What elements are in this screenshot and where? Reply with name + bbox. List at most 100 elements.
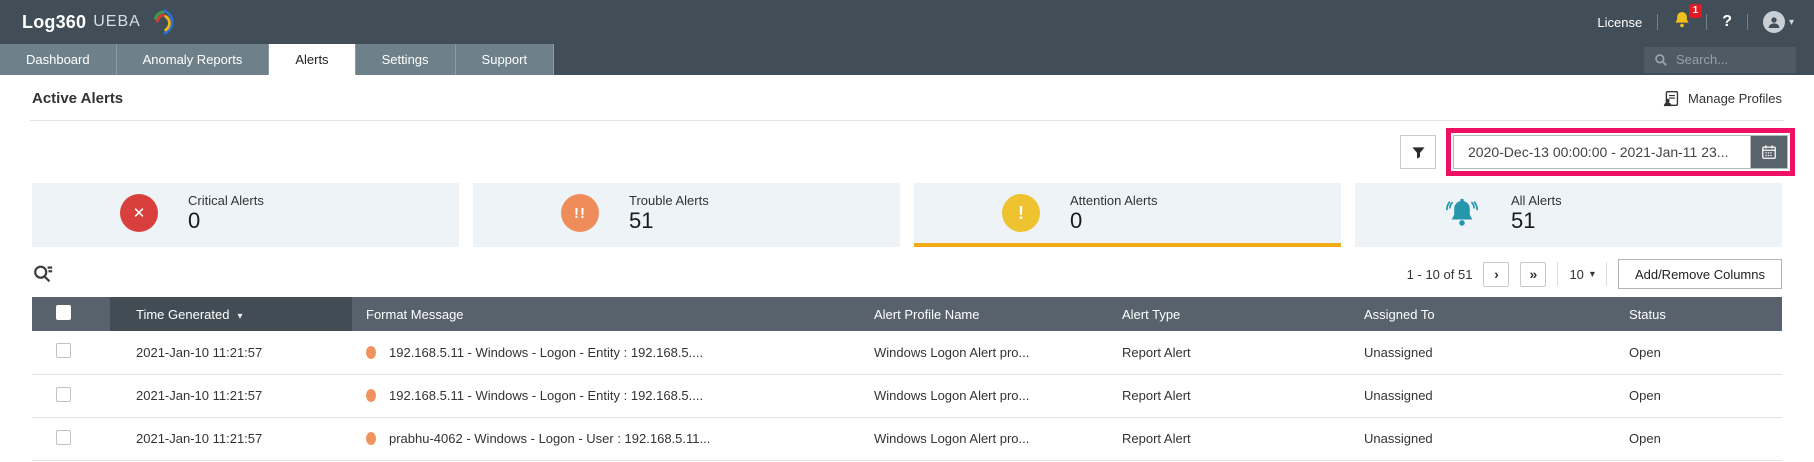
filter-row: 2020-Dec-13 00:00:00 - 2021-Jan-11 23... (0, 121, 1814, 179)
card-trouble-alerts[interactable]: !! Trouble Alerts 51 (473, 183, 900, 247)
help-icon[interactable]: ? (1722, 13, 1732, 31)
toolbar-divider (1557, 262, 1558, 286)
cell-type: Report Alert (1108, 374, 1350, 417)
critical-x-icon: ✕ (120, 194, 158, 232)
cell-time: 2021-Jan-10 11:21:57 (110, 417, 352, 460)
cell-message[interactable]: 192.168.5.11 - Windows - Logon - Entity … (389, 345, 703, 360)
last-page-button[interactable]: » (1520, 262, 1546, 287)
date-range-picker[interactable]: 2020-Dec-13 00:00:00 - 2021-Jan-11 23... (1453, 135, 1788, 169)
tab-settings[interactable]: Settings (356, 44, 456, 75)
column-header-alert-profile-name[interactable]: Alert Profile Name (860, 297, 1108, 331)
table-row[interactable]: 2021-Jan-10 11:21:57 192.168.5.11 - Wind… (32, 374, 1782, 417)
alerts-table: Time Generated ▾ Format Message Alert Pro… (32, 297, 1782, 461)
logo-swirl-icon (148, 8, 174, 36)
tab-anomaly-reports[interactable]: Anomaly Reports (117, 44, 270, 75)
logo-text-log360: Log360 (22, 12, 86, 33)
logo-text-ueba: UEBA (93, 13, 141, 31)
row-checkbox[interactable] (56, 430, 71, 445)
top-bar: Log360 UEBA License 1 (0, 0, 1814, 44)
toolbar-divider (1606, 262, 1607, 286)
severity-dot-icon (366, 346, 376, 359)
cell-assigned: Unassigned (1350, 374, 1615, 417)
table-search-icon[interactable] (32, 263, 54, 285)
cell-profile: Windows Logon Alert pro... (860, 417, 1108, 460)
card-label: Attention Alerts (1070, 193, 1157, 208)
next-page-icon: › (1494, 266, 1499, 282)
card-label: Trouble Alerts (629, 193, 709, 208)
search-input[interactable] (1676, 52, 1786, 67)
log360-ueba-app: Log360 UEBA License 1 (0, 0, 1814, 462)
table-row[interactable]: 2021-Jan-10 11:21:57 192.168.5.11 - Wind… (32, 331, 1782, 374)
global-search-box[interactable] (1644, 47, 1796, 73)
card-count: 0 (1070, 208, 1157, 233)
select-all-checkbox[interactable] (56, 305, 71, 320)
card-all-alerts[interactable]: All Alerts 51 (1355, 183, 1782, 247)
card-critical-alerts[interactable]: ✕ Critical Alerts 0 (32, 183, 459, 247)
license-link[interactable]: License (1597, 15, 1642, 30)
notification-count-badge: 1 (1689, 4, 1703, 18)
alert-summary-cards: ✕ Critical Alerts 0 !! Trouble Alerts 51… (0, 179, 1814, 247)
cell-status: Open (1615, 417, 1782, 460)
card-count: 51 (629, 208, 709, 233)
calendar-button[interactable] (1750, 136, 1787, 168)
cell-message[interactable]: prabhu-4062 - Windows - Logon - User : 1… (389, 431, 710, 446)
cell-status: Open (1615, 331, 1782, 374)
cell-status: Open (1615, 374, 1782, 417)
sort-desc-icon: ▾ (237, 311, 242, 322)
manage-profiles-button[interactable]: Manage Profiles (1663, 90, 1782, 107)
table-row[interactable]: 2021-Jan-10 11:21:57 prabhu-4062 - Windo… (32, 417, 1782, 460)
add-remove-columns-button[interactable]: Add/Remove Columns (1618, 259, 1782, 289)
page-title: Active Alerts (32, 90, 123, 107)
column-header-format-message[interactable]: Format Message (352, 297, 860, 331)
search-icon (1654, 53, 1668, 67)
cell-time: 2021-Jan-10 11:21:57 (110, 374, 352, 417)
page-size-dropdown[interactable]: 10 ▾ (1569, 267, 1595, 282)
user-avatar-icon (1763, 11, 1785, 33)
topbar-separator (1706, 14, 1707, 30)
cell-profile: Windows Logon Alert pro... (860, 331, 1108, 374)
topbar-separator (1747, 14, 1748, 30)
user-menu[interactable]: ▾ (1763, 11, 1794, 33)
date-range-value: 2020-Dec-13 00:00:00 - 2021-Jan-11 23... (1454, 136, 1750, 168)
nav-tabs: Dashboard Anomaly Reports Alerts Setting… (0, 44, 554, 75)
notifications-bell-icon[interactable]: 1 (1673, 10, 1691, 34)
card-label: All Alerts (1511, 193, 1562, 208)
cell-profile: Windows Logon Alert pro... (860, 374, 1108, 417)
severity-dot-icon (366, 432, 376, 445)
cell-type: Report Alert (1108, 417, 1350, 460)
severity-dot-icon (366, 389, 376, 402)
column-header-time-generated[interactable]: Time Generated ▾ (110, 297, 352, 331)
chevron-down-icon: ▾ (1590, 269, 1595, 280)
row-checkbox[interactable] (56, 387, 71, 402)
topbar-separator (1657, 14, 1658, 30)
page-header: Active Alerts Manage Profiles (0, 75, 1814, 120)
table-toolbar: 1 - 10 of 51 › » 10 ▾ Add/Remove Columns (0, 247, 1814, 297)
card-label: Critical Alerts (188, 193, 264, 208)
filter-funnel-icon (1411, 145, 1426, 160)
annotation-highlight-box: 2020-Dec-13 00:00:00 - 2021-Jan-11 23... (1446, 128, 1795, 176)
calendar-icon (1761, 144, 1777, 160)
card-attention-alerts[interactable]: ! Attention Alerts 0 (914, 183, 1341, 247)
tab-alerts[interactable]: Alerts (269, 44, 355, 75)
column-header-status[interactable]: Status (1615, 297, 1782, 331)
column-header-assigned-to[interactable]: Assigned To (1350, 297, 1615, 331)
tab-dashboard[interactable]: Dashboard (0, 44, 117, 75)
double-exclamation-icon: !! (561, 194, 599, 232)
pagination-range: 1 - 10 of 51 (1407, 267, 1473, 282)
pagination-controls: 1 - 10 of 51 › » 10 ▾ Add/Remove Columns (1407, 259, 1782, 289)
tab-support[interactable]: Support (456, 44, 555, 75)
chevron-down-icon: ▾ (1789, 17, 1794, 28)
topbar-actions: License 1 ? ▾ (1597, 10, 1794, 34)
card-count: 0 (188, 208, 264, 233)
cell-time: 2021-Jan-10 11:21:57 (110, 331, 352, 374)
app-logo: Log360 UEBA (22, 8, 174, 36)
filter-button[interactable] (1400, 135, 1436, 169)
column-label: Time Generated (136, 307, 229, 322)
row-checkbox[interactable] (56, 343, 71, 358)
main-nav: Dashboard Anomaly Reports Alerts Setting… (0, 44, 1814, 75)
cell-type: Report Alert (1108, 331, 1350, 374)
column-header-alert-type[interactable]: Alert Type (1108, 297, 1350, 331)
cell-assigned: Unassigned (1350, 331, 1615, 374)
cell-message[interactable]: 192.168.5.11 - Windows - Logon - Entity … (389, 388, 703, 403)
next-page-button[interactable]: › (1483, 262, 1509, 287)
